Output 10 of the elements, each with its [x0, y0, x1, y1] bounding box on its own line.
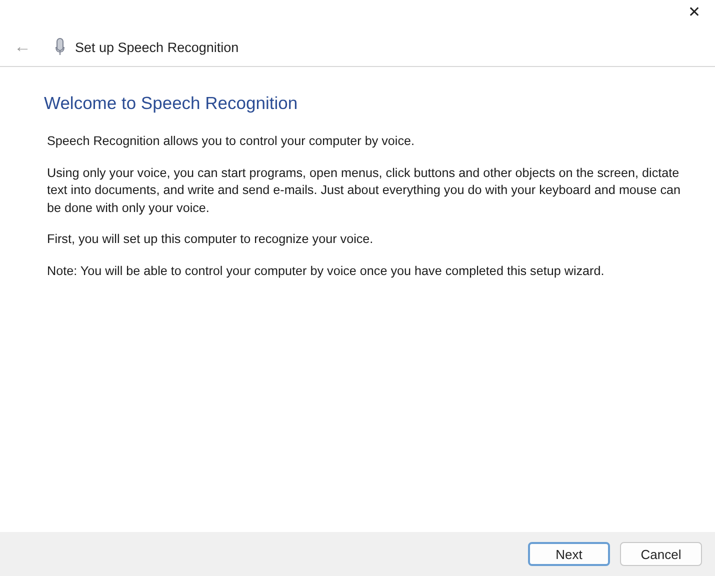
page-heading: Welcome to Speech Recognition [44, 93, 299, 114]
paragraph: Note: You will be able to control your computer by voice once you have completed this setup wizard. [47, 262, 606, 280]
next-button[interactable]: Next [528, 542, 610, 566]
microphone-icon [55, 38, 65, 56]
paragraph: First, you will set up this computer to recognize your voice. [47, 231, 374, 248]
close-button[interactable]: ✕ [678, 0, 715, 24]
paragraph: Speech Recognition allows you to control your computer by voice. [47, 133, 416, 150]
paragraph: Using only your voice, you can start programs, open menus, click buttons and other objects on the screen, dictate text into documents, and write and send e-mails. Just about everything you do with your keyboard and mouse can be done with only your voice. [47, 164, 682, 217]
cancel-button[interactable]: Cancel [620, 542, 702, 566]
window-title: Set up Speech Recognition [75, 40, 239, 54]
